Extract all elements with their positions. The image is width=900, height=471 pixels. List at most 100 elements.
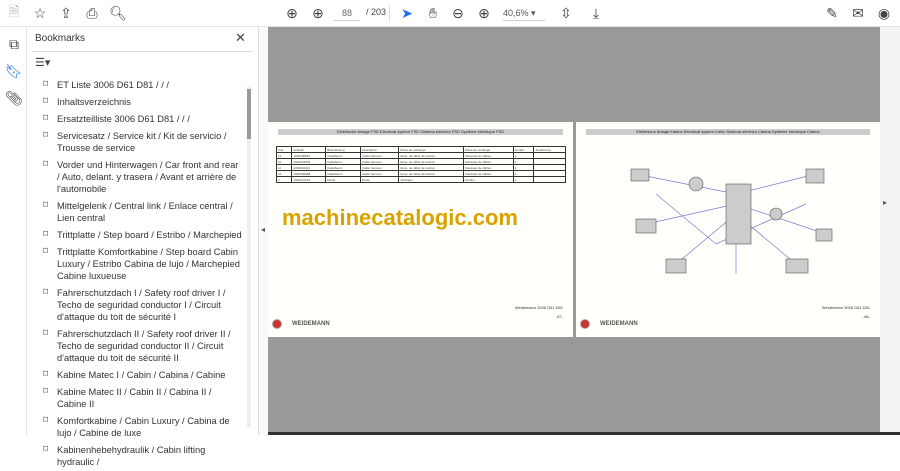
bookmark-icon: ⌑ [43, 415, 49, 426]
scroll-mode-icon[interactable]: ⤓ [586, 4, 606, 22]
bookmark-item[interactable]: ⌑ Trittplatte / Step board / Estribo / Ma… [27, 227, 247, 244]
brand-logo: WEIDEMANN [272, 319, 330, 329]
bookmark-item[interactable]: ⌑ Komfortkabine / Cabin Luxury / Cabina d… [27, 413, 247, 442]
save-icon[interactable]: 🗎 [4, 3, 24, 22]
bookmark-icon: ⌑ [43, 369, 49, 380]
bookmark-label: Fahrerschutzdach I / Safety roof driver … [57, 288, 226, 322]
left-rail: ⧉ 🔖︎ 📎︎ [0, 27, 27, 435]
cell: 1000113794 [291, 176, 327, 183]
page-number: -88- [862, 314, 870, 319]
star-icon[interactable]: ☆ [30, 4, 50, 22]
weidemann-logo-icon [580, 319, 590, 329]
watermark: machinecatalogic.com [282, 205, 518, 230]
bookmark-item[interactable]: ⌑ Ersatzteilliste 3006 D61 D81 / / / [27, 111, 247, 128]
bookmark-icon: ⌑ [43, 113, 49, 124]
bookmark-label: Trittplatte Komfortkabine / Step board C… [57, 247, 240, 281]
bookmark-label: Komfortkabine / Cabin Luxury / Cabina de… [57, 416, 230, 438]
bookmark-label: Kabine Matec II / Cabin II / Cabina II /… [57, 387, 212, 409]
bookmark-item[interactable]: ⌑ Kabinenhebehydraulik / Cabin lifting hy… [27, 442, 247, 471]
parts-table: Pos. Artikel# Bezeichnung Description Pièce … [275, 146, 566, 183]
cell: 2 [275, 176, 293, 183]
bookmark-label: Vorder und Hinterwagen / Car front and r… [57, 160, 239, 194]
divider [32, 51, 252, 52]
attachment-icon[interactable]: 📎︎ [4, 89, 24, 107]
footer-text: Weidemann 3006 D61 D81 [821, 305, 870, 310]
bookmark-item[interactable]: ⌑ Servicesatz / Service kit / Kit de serv… [27, 128, 247, 157]
select-cursor-icon[interactable]: ➤ [397, 4, 417, 22]
bookmark-label: Servicesatz / Service kit / Kit de servi… [57, 131, 227, 153]
bookmarks-scroll-thumb[interactable] [247, 89, 251, 139]
bookmark-icon: ⌑ [43, 159, 49, 170]
zoom-out-icon[interactable]: ⊖ [448, 4, 468, 22]
wiring-diagram [630, 168, 833, 274]
cell [533, 176, 566, 183]
pages-icon[interactable]: ⧉ [4, 35, 24, 53]
bookmark-icon: ⌑ [43, 386, 49, 397]
zoom-in-icon[interactable]: ⊕ [474, 4, 494, 22]
bookmark-list: ⌑ ET Liste 3006 D61 D81 / / / ⌑ Inhaltsver… [27, 77, 247, 471]
search-icon[interactable]: 🔍︎ [108, 4, 128, 22]
panel-title: Bookmarks [35, 33, 86, 44]
bookmark-label: Kabinenhebehydraulik / Cabin lifting hyd… [57, 445, 206, 467]
divider [389, 5, 390, 22]
upload-cloud-icon[interactable]: ⇪ [56, 4, 76, 22]
page-total: / 203 [366, 7, 387, 17]
page-number: -87- [555, 314, 563, 319]
bookmark-icon: ⌑ [43, 96, 49, 107]
cell: Diode [325, 176, 362, 183]
expand-right-icon[interactable]: ▸ [883, 198, 887, 207]
bookmark-item[interactable]: ⌑ Kabine Matec II / Cabin II / Cabina II … [27, 384, 247, 413]
bookmark-options-icon[interactable]: ☰▾ [35, 56, 50, 69]
bookmark-icon: ⌑ [43, 246, 49, 257]
bookmark-icon: ⌑ [43, 287, 49, 298]
toolbar: 🗎 ☆ ⇪ ⎙ 🔍︎ ⊕ ⊕ 88 / 203 ➤ ✋︎ ⊖ ⊕ 40,6% ▾… [0, 0, 900, 27]
page-right: Elektrische Anlage Kabine Electrical sys… [576, 122, 880, 337]
bookmark-item[interactable]: ⌑ Fahrerschutzdach II / Safety roof drive… [27, 326, 247, 367]
close-icon[interactable]: ✕ [235, 30, 246, 46]
bookmark-icon: ⌑ [43, 328, 49, 339]
bookmark-label: Mittelgelenk / Central link / Enlace cen… [57, 201, 233, 223]
print-icon[interactable]: ⎙ [82, 4, 102, 22]
bookmark-item[interactable]: ⌑ ET Liste 3006 D61 D81 / / / [27, 77, 247, 94]
cell: Diode [360, 176, 400, 183]
bookmark-label: Ersatzteilliste 3006 D61 D81 / / / [57, 114, 190, 124]
brand-name: WEIDEMANN [292, 321, 330, 327]
bookmark-item[interactable]: ⌑ Vorder und Hinterwagen / Car front and … [27, 157, 247, 198]
bookmark-item[interactable]: ⌑ Mittelgelenk / Central link / Enlace ce… [27, 198, 247, 227]
sign-icon[interactable]: ✎ [822, 4, 842, 22]
table-row: 2 1000113794 Diode Diode Varistans Perdiet 1 [275, 176, 566, 183]
collapse-left-icon[interactable]: ◂ [261, 225, 265, 234]
bookmark-item[interactable]: ⌑ Kabine Matec I / Cabin / Cabina / Cabin… [27, 367, 247, 384]
bookmark-icon: ⌑ [43, 200, 49, 211]
bookmark-item[interactable]: ⌑ Fahrerschutzdach I / Safety roof driver… [27, 285, 247, 326]
prev-page-icon[interactable]: ⊕ [282, 4, 302, 22]
document-scrollbar[interactable] [880, 27, 900, 435]
weidemann-logo-icon [272, 319, 282, 329]
page-number-input[interactable]: 88 [334, 5, 360, 21]
bookmark-label: ET Liste 3006 D61 D81 / / / [57, 80, 169, 90]
bookmark-icon: ⌑ [43, 130, 49, 141]
cell: Perdiet [463, 176, 514, 183]
bookmark-icon[interactable]: 🔖︎ [4, 62, 24, 80]
brand-name: WEIDEMANN [600, 321, 638, 327]
brand-logo: WEIDEMANN [580, 319, 638, 329]
page-footer: Weidemann 3006 D61 D81 -87- [515, 303, 563, 321]
zoom-select[interactable]: 40,6% ▾ [503, 5, 545, 21]
bookmark-icon: ⌑ [43, 444, 49, 455]
bookmark-item[interactable]: ⌑ Inhaltsverzeichnis [27, 94, 247, 111]
account-icon[interactable]: ◉ [874, 4, 894, 22]
page-title: Elektrische Anlage FSD Electrical system… [278, 129, 563, 135]
email-icon[interactable]: ✉ [848, 4, 868, 22]
page-title: Elektrische Anlage Kabine Electrical sys… [586, 129, 870, 135]
fit-page-icon[interactable]: ⇳ [556, 4, 576, 22]
page-footer: Weidemann 3006 D61 D81 -88- [822, 303, 870, 321]
bookmark-icon: ⌑ [43, 229, 49, 240]
cell: 1 [512, 176, 535, 183]
bookmark-label: Kabine Matec I / Cabin / Cabina / Cabine [57, 370, 226, 380]
next-page-icon[interactable]: ⊕ [308, 4, 328, 22]
hand-tool-icon[interactable]: ✋︎ [423, 4, 443, 22]
bookmark-item[interactable]: ⌑ Trittplatte Komfortkabine / Step board … [27, 244, 247, 285]
bookmark-label: Trittplatte / Step board / Estribo / Mar… [57, 230, 242, 240]
bookmarks-panel: Bookmarks ✕ ☰▾ ⌑ ET Liste 3006 D61 D81 / … [27, 27, 259, 467]
zoom-value: 40,6% [503, 8, 529, 18]
